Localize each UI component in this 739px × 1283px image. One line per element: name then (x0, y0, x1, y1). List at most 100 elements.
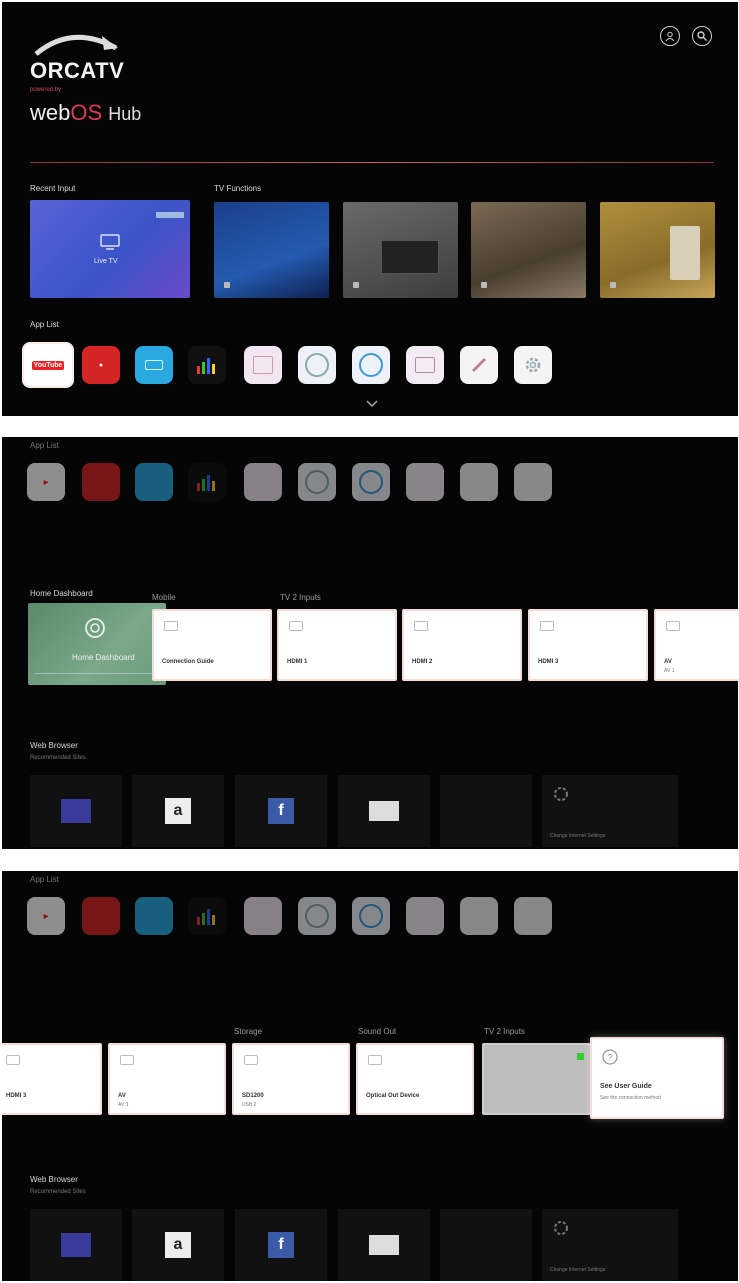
app-web-browser[interactable] (352, 897, 390, 935)
web-browser-label: Web Browser (30, 1175, 78, 1184)
tile-sub: USB 2 (242, 1102, 257, 1108)
change-settings-tile[interactable]: Change Internet Settings (542, 1209, 678, 1281)
phone-icon (164, 621, 178, 631)
user-guide-card[interactable]: ? See User Guide See the connection meth… (590, 1037, 724, 1119)
progress-line (34, 673, 160, 674)
tv-function-card-4[interactable] (600, 202, 715, 298)
webos-web: web (30, 100, 71, 125)
amazon-logo: a (165, 798, 191, 824)
app-blue[interactable] (135, 346, 173, 384)
app-web-browser[interactable] (352, 346, 390, 384)
change-settings-tile[interactable]: Change Internet Settings (542, 775, 678, 847)
card-icon (610, 282, 616, 288)
tile-name: Optical Out Device (366, 1093, 420, 1099)
app-youtube[interactable]: ▶ (27, 897, 65, 935)
live-tv-badge (156, 212, 184, 218)
input-tile-av[interactable]: AV AV 1 (654, 609, 738, 681)
facebook-logo: f (268, 798, 294, 824)
app-web-browser[interactable] (352, 463, 390, 501)
ebay-logo (369, 1235, 399, 1255)
tile-name: Connection Guide (162, 659, 214, 665)
app-settings[interactable] (514, 463, 552, 501)
site-logo (473, 1232, 499, 1258)
app-edit[interactable] (460, 346, 498, 384)
app-blue[interactable] (135, 463, 173, 501)
app-settings[interactable] (514, 897, 552, 935)
app-music-chart[interactable] (188, 897, 226, 935)
connection-guide-tile[interactable]: Connection Guide (152, 609, 272, 681)
app-music-chart[interactable] (188, 463, 226, 501)
app-list-label: App List (30, 441, 59, 450)
inputs-label: TV 2 Inputs (280, 593, 321, 602)
card-image (381, 240, 439, 274)
app-home-dashboard[interactable] (298, 463, 336, 501)
app-edit[interactable] (460, 463, 498, 501)
account-icon[interactable] (660, 26, 680, 46)
app-red[interactable]: ● (82, 346, 120, 384)
storage-tile[interactable]: SD1200 USB 2 (232, 1043, 350, 1115)
change-settings-label: Change Internet Settings (550, 833, 606, 839)
amazon-logo: a (165, 1232, 191, 1258)
live-tv-card[interactable]: Live TV (30, 200, 190, 298)
web-tile-1[interactable] (30, 1209, 122, 1281)
web-tile-5[interactable] (440, 775, 532, 847)
web-tile-ebay[interactable] (338, 1209, 430, 1281)
card-icon (353, 282, 359, 288)
app-edit[interactable] (460, 897, 498, 935)
web-tile-amazon[interactable]: a (132, 1209, 224, 1281)
tile-name: AV (118, 1093, 126, 1099)
tile-name: HDMI 3 (6, 1093, 27, 1099)
sound-out-label: Sound Out (358, 1027, 397, 1036)
input-tile-hdmi1[interactable]: HDMI 1 (277, 609, 397, 681)
tv-function-card-2[interactable] (343, 202, 458, 298)
app-red[interactable] (82, 463, 120, 501)
recent-input-label: Recent Input (30, 184, 76, 193)
app-music-chart[interactable] (188, 346, 226, 384)
app-photo[interactable] (406, 463, 444, 501)
web-tile-facebook[interactable]: f (235, 1209, 327, 1281)
sound-out-tile[interactable]: Optical Out Device (356, 1043, 474, 1115)
user-guide-sub: See the connection method (600, 1095, 661, 1101)
app-gallery[interactable] (244, 463, 282, 501)
app-list-label: App List (30, 320, 59, 329)
facebook-logo: f (268, 1232, 294, 1258)
tile-name: HDMI 1 (287, 659, 308, 665)
hdmi-icon (540, 621, 554, 631)
home-dashboard-card[interactable]: Home Dashboard (28, 603, 166, 685)
input-tile-av[interactable]: AV AV 1 (108, 1043, 226, 1115)
input-tile-hdmi2[interactable]: HDMI 2 (402, 609, 522, 681)
chevron-down-icon[interactable] (366, 400, 378, 408)
search-icon[interactable] (692, 26, 712, 46)
app-home-dashboard[interactable] (298, 346, 336, 384)
app-red[interactable] (82, 897, 120, 935)
web-tile-5[interactable] (440, 1209, 532, 1281)
app-youtube[interactable]: YouTube (24, 344, 72, 386)
site-logo (473, 798, 499, 824)
app-gallery[interactable] (244, 346, 282, 384)
app-settings[interactable] (514, 346, 552, 384)
app-photo[interactable] (406, 346, 444, 384)
web-tile-facebook[interactable]: f (235, 775, 327, 847)
app-blue[interactable] (135, 897, 173, 935)
tv-function-card-3[interactable] (471, 202, 586, 298)
input-tile-hdmi3[interactable]: HDMI 3 (2, 1043, 102, 1115)
home-screen-middle: App List ▶ Home Dashboard Mobile TV 2 In… (2, 437, 738, 849)
app-photo[interactable] (406, 897, 444, 935)
home-dashboard-card-title: Home Dashboard (72, 653, 135, 662)
web-tile-1[interactable] (30, 775, 122, 847)
header-divider (30, 162, 714, 163)
inputs-placeholder-tile[interactable] (482, 1043, 592, 1115)
web-tile-ebay[interactable] (338, 775, 430, 847)
webos-os: OS (70, 100, 103, 125)
gear-icon (554, 787, 568, 801)
app-youtube[interactable]: ▶ (27, 463, 65, 501)
bar-chart-icon (197, 909, 215, 925)
input-tile-hdmi3[interactable]: HDMI 3 (528, 609, 648, 681)
change-settings-label: Change Internet Settings (550, 1267, 606, 1273)
tv-function-card-1[interactable] (214, 202, 329, 298)
app-gallery[interactable] (244, 897, 282, 935)
app-home-dashboard[interactable] (298, 897, 336, 935)
web-tile-amazon[interactable]: a (132, 775, 224, 847)
home-screen-top: ORCATV powered by webOS Hub Recent Input… (2, 2, 738, 416)
help-icon: ? (602, 1049, 618, 1065)
